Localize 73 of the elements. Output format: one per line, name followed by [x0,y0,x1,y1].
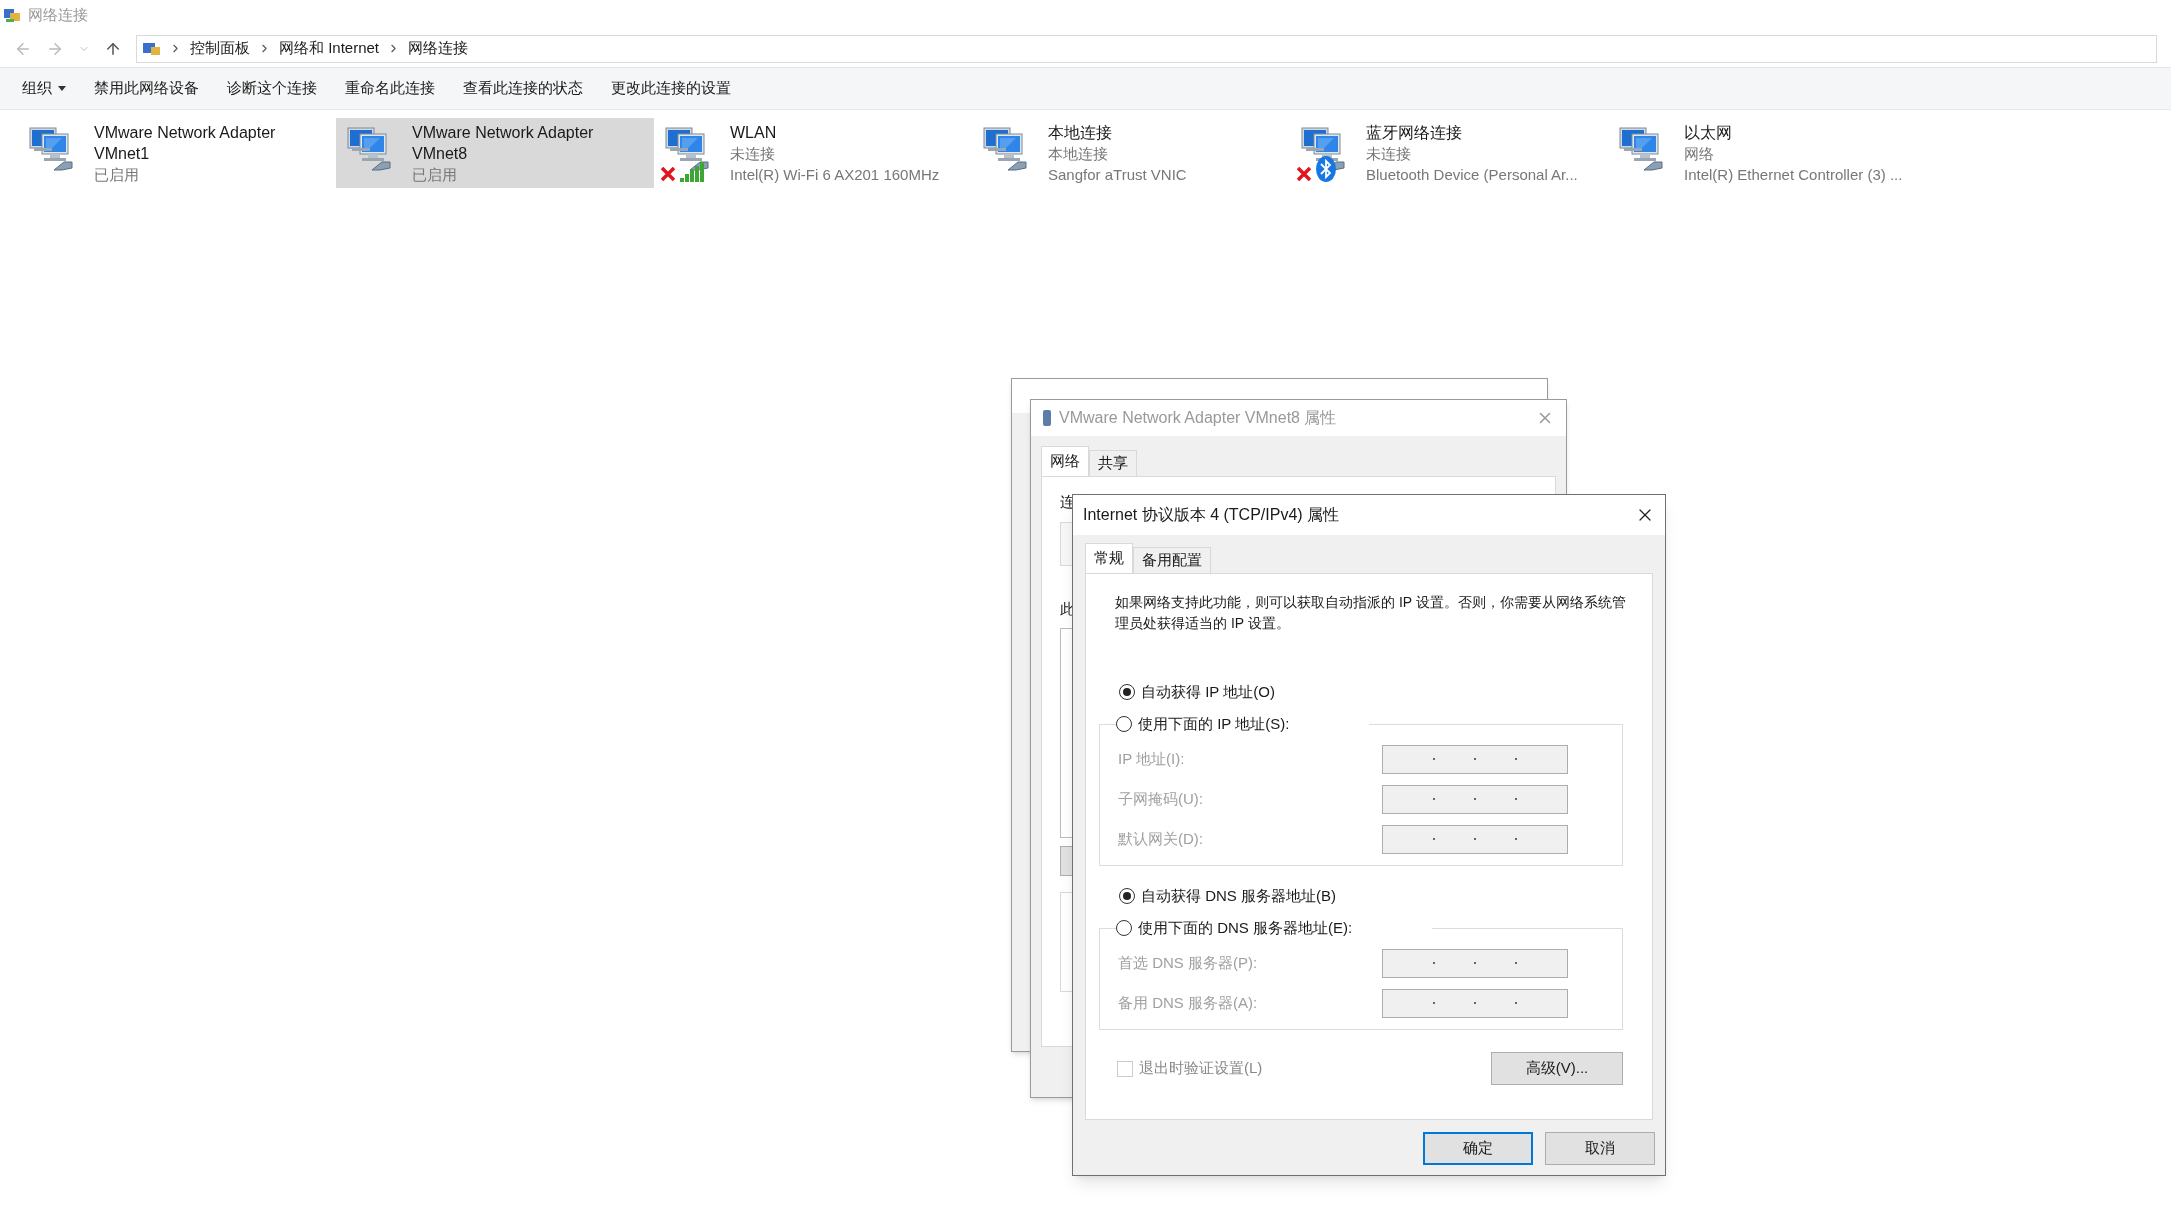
dialog-title: Internet 协议版本 4 (TCP/IPv4) 属性 [1083,505,1341,525]
ip-address-field[interactable] [1382,784,1568,814]
adapter-name: WLAN [730,123,778,143]
adapter-item[interactable]: VMware Network Adapter VMnet1 已启用 [18,118,336,188]
adapter-name: 蓝牙网络连接 [1366,123,1463,143]
breadcrumb-item[interactable]: 网络连接 [408,37,469,60]
adapter-icon [1043,410,1051,426]
radio-label: 自动获得 DNS 服务器地址(B) [1141,885,1336,906]
dialog-button[interactable]: 确定 [1423,1132,1533,1165]
ip-address-field[interactable] [1382,824,1568,854]
breadcrumb-item[interactable]: 网络和 Internet [279,37,380,60]
radio-label: 使用下面的 DNS 服务器地址(E): [1138,917,1353,938]
adapter-name: 本地连接 [1048,123,1113,143]
window-title: VMware Network Adapter VMnet8 属性 [1059,408,1338,428]
radio-label: 使用下面的 IP 地址(S): [1138,713,1290,734]
toolbar-button[interactable]: 禁用此网络设备 [80,71,213,106]
ip-address-field[interactable] [1382,948,1568,978]
control-panel-icon [143,40,161,57]
adapter-name: 以太网 [1684,123,1733,143]
adapter-item[interactable]: 蓝牙网络连接 未连接 Bluetooth Device (Personal Ar... [1290,118,1608,188]
ip-address-field[interactable] [1382,744,1568,774]
adapter-device: Intel(R) Wi-Fi 6 AX201 160MHz [730,165,941,185]
tab[interactable]: 共享 [1089,450,1137,476]
tab[interactable]: 网络 [1041,446,1089,476]
ip-address-field[interactable] [1382,988,1568,1018]
field-label: 默认网关(D): [1118,828,1204,849]
toolbar-button[interactable]: 诊断这个连接 [213,71,331,106]
adapter-status: 本地连接 [1048,144,1109,164]
tab[interactable]: 备用配置 [1133,547,1211,573]
checkbox-label: 退出时验证设置(L) [1139,1058,1263,1079]
dialog-button[interactable]: 取消 [1545,1132,1655,1165]
adapter-item[interactable]: WLAN 未连接 Intel(R) Wi-Fi 6 AX201 160MHz [654,118,972,188]
radio-button[interactable] [1119,888,1135,904]
toolbar-button[interactable]: 更改此连接的设置 [597,71,745,106]
address-bar[interactable]: 控制面板 网络和 Internet 网络连接 [136,34,2157,63]
bluetooth-icon [1316,156,1336,182]
radio-button[interactable] [1116,920,1132,936]
toolbar-button[interactable]: 查看此连接的状态 [449,71,597,106]
field-label: 首选 DNS 服务器(P): [1118,952,1259,973]
computer-network-icon [664,124,712,172]
toolbar-button[interactable]: 组织 [8,71,80,106]
signal-bars-icon [680,160,704,182]
adapter-device: Sangfor aTrust VNIC [1048,165,1188,185]
computer-network-icon [982,124,1030,172]
adapter-item[interactable]: 本地连接 本地连接 Sangfor aTrust VNIC [972,118,1290,188]
adapter-name: VMware Network Adapter VMnet8 [412,123,595,164]
radio-button[interactable] [1119,684,1135,700]
adapter-item[interactable]: VMware Network Adapter VMnet8 已启用 [336,118,654,188]
computer-network-icon [1618,124,1666,172]
adapter-status: 已启用 [412,165,458,185]
adapter-device: Bluetooth Device (Personal Ar... [1366,165,1579,185]
adapter-status: 未连接 [1366,144,1412,164]
radio-label: 自动获得 IP 地址(O) [1141,681,1275,702]
advanced-button[interactable]: 高级(V)... [1491,1052,1623,1085]
adapter-status: 网络 [1684,144,1715,164]
tab[interactable]: 常规 [1085,543,1133,573]
adapter-status: 未连接 [730,144,776,164]
adapter-item[interactable]: 以太网 网络 Intel(R) Ethernet Controller (3) ... [1608,118,1926,188]
field-label: 子网掩码(U): [1118,788,1204,809]
adapter-device: Intel(R) Ethernet Controller (3) ... [1684,165,1904,185]
breadcrumb-item[interactable]: 控制面板 [190,37,250,60]
adapter-status: 已启用 [94,165,140,185]
network-folder-icon [4,7,22,23]
adapter-name: VMware Network Adapter VMnet1 [94,123,277,164]
computer-network-icon [346,124,394,172]
description-text: 如果网络支持此功能，则可以获取自动指派的 IP 设置。否则，你需要从网络系统管理员处获得适当的 IP 设置。 [1115,593,1627,633]
window-title: 网络连接 [28,4,88,25]
field-label: 备用 DNS 服务器(A): [1118,992,1259,1013]
computer-network-icon [28,124,76,172]
caret-icon [58,86,66,91]
field-label: IP 地址(I): [1118,748,1186,769]
toolbar-button[interactable]: 重命名此连接 [331,71,449,106]
radio-button[interactable] [1116,716,1132,732]
